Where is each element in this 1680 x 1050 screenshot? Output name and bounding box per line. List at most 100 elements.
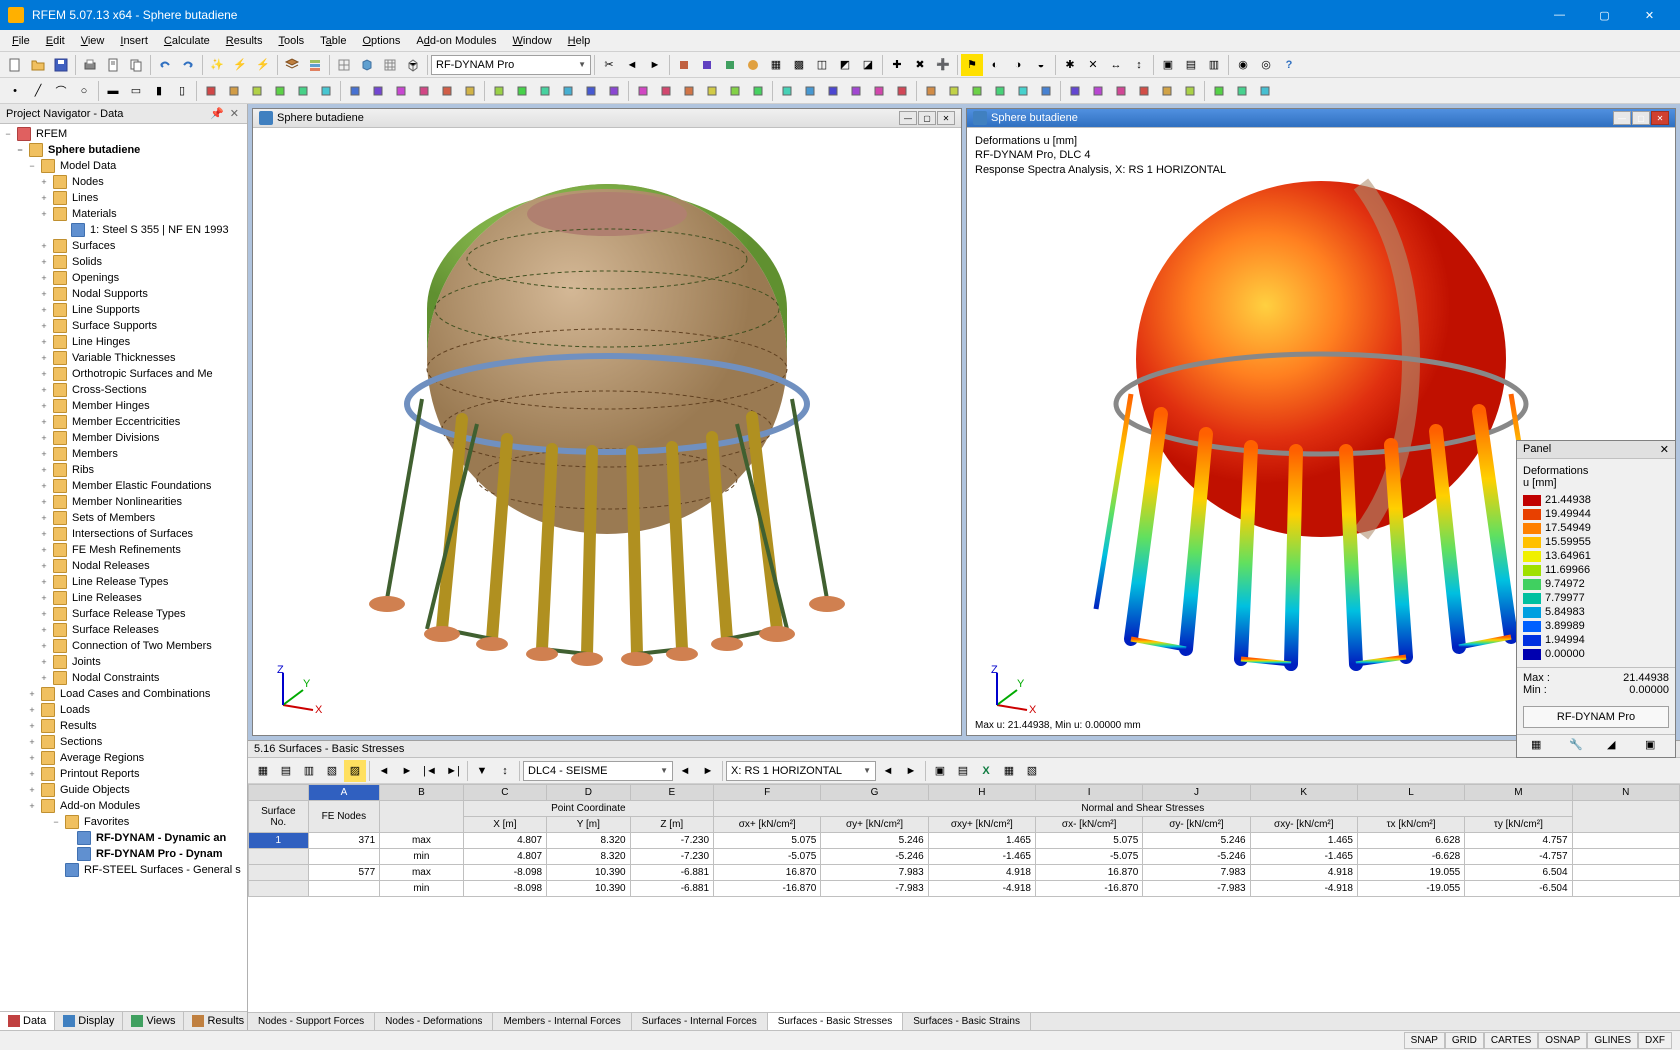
table-tab[interactable]: Nodes - Deformations	[375, 1013, 493, 1030]
view-min-icon[interactable]: —	[899, 111, 917, 125]
table-tab[interactable]: Members - Internal Forces	[493, 1013, 631, 1030]
menu-window[interactable]: Window	[505, 33, 560, 49]
tool-g-icon[interactable]: ◫	[811, 54, 833, 76]
module-combo[interactable]: RF-DYNAM Pro▼	[431, 55, 591, 75]
nav-tab-views[interactable]: Views	[123, 1012, 184, 1030]
tb2-7-icon[interactable]	[367, 80, 389, 102]
tb2-9-icon[interactable]	[413, 80, 435, 102]
tt-4-icon[interactable]: ▧	[321, 760, 343, 782]
tb2-3-icon[interactable]	[269, 80, 291, 102]
tb2-14-icon[interactable]	[534, 80, 556, 102]
tb2-10-icon[interactable]	[436, 80, 458, 102]
tree-item[interactable]: +Line Supports	[0, 302, 247, 318]
left-icon[interactable]: ◄	[621, 54, 643, 76]
legend-panel[interactable]: Panel✕ Deformations u [mm] 21.4493819.49…	[1516, 440, 1676, 758]
tt-p1-icon[interactable]: ◄	[674, 760, 696, 782]
tb2-23-icon[interactable]	[747, 80, 769, 102]
print-icon[interactable]	[79, 54, 101, 76]
arc-icon[interactable]: ⌒	[50, 80, 72, 102]
mesh-icon[interactable]	[379, 54, 401, 76]
tb2-28-icon[interactable]	[868, 80, 890, 102]
tree-item[interactable]: +Cross-Sections	[0, 382, 247, 398]
tt-e2-icon[interactable]: ▤	[952, 760, 974, 782]
tool-i-icon[interactable]: ◪	[857, 54, 879, 76]
tree-item[interactable]: +FE Mesh Refinements	[0, 542, 247, 558]
render2-icon[interactable]: ◎	[1255, 54, 1277, 76]
tree-item[interactable]: +Surface Releases	[0, 622, 247, 638]
status-seg[interactable]: DXF	[1638, 1032, 1672, 1049]
view-close-icon[interactable]: ✕	[1651, 111, 1669, 125]
view-max-icon[interactable]: ▢	[918, 111, 936, 125]
tt-n2-icon[interactable]: ►	[900, 760, 922, 782]
tb2-12-icon[interactable]	[488, 80, 510, 102]
tree-fav-item[interactable]: RF-DYNAM Pro - Dynam	[0, 846, 247, 862]
status-seg[interactable]: CARTES	[1484, 1032, 1538, 1049]
panel-close-icon[interactable]: ✕	[1660, 443, 1669, 456]
tree-item[interactable]: +Guide Objects	[0, 782, 247, 798]
view-left[interactable]: Sphere butadiene —▢✕	[252, 108, 962, 736]
tb2-22-icon[interactable]	[724, 80, 746, 102]
tt-sort-icon[interactable]: ↕	[494, 760, 516, 782]
tb2-13-icon[interactable]	[511, 80, 533, 102]
pf-4-icon[interactable]: ▣	[1645, 738, 1661, 754]
tb2-24-icon[interactable]	[776, 80, 798, 102]
table-tab[interactable]: Surfaces - Basic Stresses	[768, 1013, 903, 1030]
clip2-icon[interactable]: ▤	[1180, 54, 1202, 76]
tb2-11-icon[interactable]	[459, 80, 481, 102]
tt-filter-icon[interactable]: ▼	[471, 760, 493, 782]
view-min-icon[interactable]: —	[1613, 111, 1631, 125]
tree-item[interactable]: +Nodal Constraints	[0, 670, 247, 686]
tree-item[interactable]: +Joints	[0, 654, 247, 670]
layers-icon[interactable]	[281, 54, 303, 76]
tree-item[interactable]: +Nodes	[0, 174, 247, 190]
menu-tools[interactable]: Tools	[270, 33, 312, 49]
tool-j-icon[interactable]: ✚	[886, 54, 908, 76]
tool-n-icon[interactable]: ◑	[1007, 54, 1029, 76]
circle-icon[interactable]: ○	[73, 80, 95, 102]
tb2-5-icon[interactable]	[315, 80, 337, 102]
tool-k-icon[interactable]: ✖	[909, 54, 931, 76]
nav-pin-icon[interactable]: 📌	[208, 107, 226, 120]
view3d-icon[interactable]	[402, 54, 424, 76]
menu-view[interactable]: View	[73, 33, 113, 49]
minimize-button[interactable]: —	[1537, 0, 1582, 30]
table-combo-rs[interactable]: X: RS 1 HORIZONTAL▼	[726, 761, 876, 781]
tool-a-icon[interactable]	[673, 54, 695, 76]
tree-item[interactable]: 1: Steel S 355 | NF EN 1993	[0, 222, 247, 238]
tb2-20-icon[interactable]	[678, 80, 700, 102]
tree-item[interactable]: +Member Eccentricities	[0, 414, 247, 430]
tree-item[interactable]: +Solids	[0, 254, 247, 270]
tb2-2-icon[interactable]	[246, 80, 268, 102]
star-icon[interactable]: ✱	[1059, 54, 1081, 76]
tb2-36-icon[interactable]	[1064, 80, 1086, 102]
results-grid[interactable]: ABCDEFGHIJKLMNSurfaceNo.FE NodesPoint Co…	[248, 784, 1680, 1012]
open-icon2[interactable]: ▯	[171, 80, 193, 102]
nav-tab-data[interactable]: Data	[0, 1012, 55, 1030]
tb2-37-icon[interactable]	[1087, 80, 1109, 102]
pf-3-icon[interactable]: ◢	[1607, 738, 1623, 754]
menu-help[interactable]: Help	[560, 33, 599, 49]
tool-l-icon[interactable]: ➕	[932, 54, 954, 76]
navigator-tree[interactable]: −RFEM −Sphere butadiene −Model Data +Nod…	[0, 124, 247, 1011]
tb2-17-icon[interactable]	[603, 80, 625, 102]
tree-item[interactable]: +Ribs	[0, 462, 247, 478]
save-icon[interactable]	[50, 54, 72, 76]
table-combo-dlc[interactable]: DLC4 - SEISME▼	[523, 761, 673, 781]
tb2-8-icon[interactable]	[390, 80, 412, 102]
menu-insert[interactable]: Insert	[112, 33, 156, 49]
report-icon[interactable]	[102, 54, 124, 76]
tree-item[interactable]: +Variable Thicknesses	[0, 350, 247, 366]
tree-item[interactable]: +Printout Reports	[0, 766, 247, 782]
tree-item[interactable]: +Results	[0, 718, 247, 734]
tb2-16-icon[interactable]	[580, 80, 602, 102]
tb2-43-icon[interactable]	[1231, 80, 1253, 102]
tt-prev-icon[interactable]: ◄	[373, 760, 395, 782]
tb2-18-icon[interactable]	[632, 80, 654, 102]
panel-module-button[interactable]: RF-DYNAM Pro	[1523, 706, 1669, 728]
tt-first-icon[interactable]: |◄	[419, 760, 441, 782]
tb2-39-icon[interactable]	[1133, 80, 1155, 102]
tool-c-icon[interactable]	[719, 54, 741, 76]
tree-item[interactable]: +Line Release Types	[0, 574, 247, 590]
surf-icon[interactable]: ▬	[102, 80, 124, 102]
wand-icon[interactable]: ✨	[206, 54, 228, 76]
